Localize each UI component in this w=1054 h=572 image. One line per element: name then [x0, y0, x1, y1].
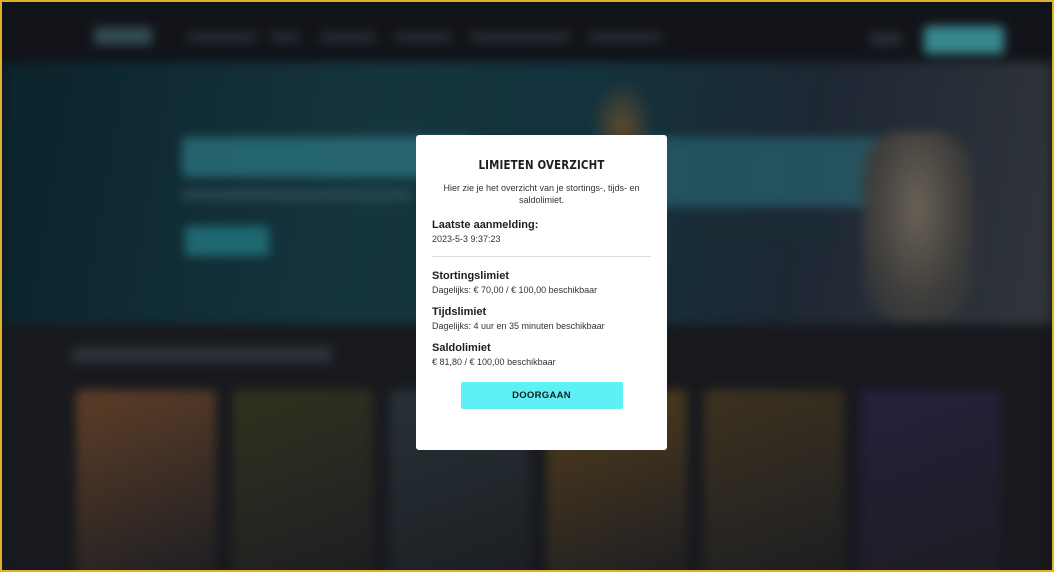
deposit-limit-value: Dagelijks: € 70,00 / € 100,00 beschikbaa…: [432, 285, 598, 295]
time-limit-label: Tijdslimiet: [432, 306, 487, 318]
dialog-title: LIMIETEN OVERZICHT: [478, 157, 605, 172]
balance-limit-value: € 81,80 / € 100,00 beschikbaar: [432, 357, 556, 367]
time-limit-block: Tijdslimiet Dagelijks: 4 uur en 35 minut…: [432, 305, 651, 332]
limits-overview-dialog: LIMIETEN OVERZICHT Hier zie je het overz…: [416, 135, 667, 450]
app-window: LIMIETEN OVERZICHT Hier zie je het overz…: [0, 0, 1054, 572]
continue-button[interactable]: DOORGAAN: [460, 382, 623, 409]
dialog-intro-text: Hier zie je het overzicht van je stortin…: [443, 183, 640, 205]
last-login-block: Laatste aanmelding: 2023-5-3 9:37:23: [432, 218, 651, 245]
balance-limit-label: Saldolimiet: [432, 342, 491, 354]
last-login-label: Laatste aanmelding:: [432, 219, 539, 231]
deposit-limit-label: Stortingslimiet: [432, 270, 510, 282]
last-login-value: 2023-5-3 9:37:23: [432, 234, 501, 244]
deposit-limit-block: Stortingslimiet Dagelijks: € 70,00 / € 1…: [432, 269, 651, 296]
balance-limit-block: Saldolimiet € 81,80 / € 100,00 beschikba…: [432, 341, 651, 368]
time-limit-value: Dagelijks: 4 uur en 35 minuten beschikba…: [432, 321, 605, 331]
divider: [432, 256, 651, 257]
